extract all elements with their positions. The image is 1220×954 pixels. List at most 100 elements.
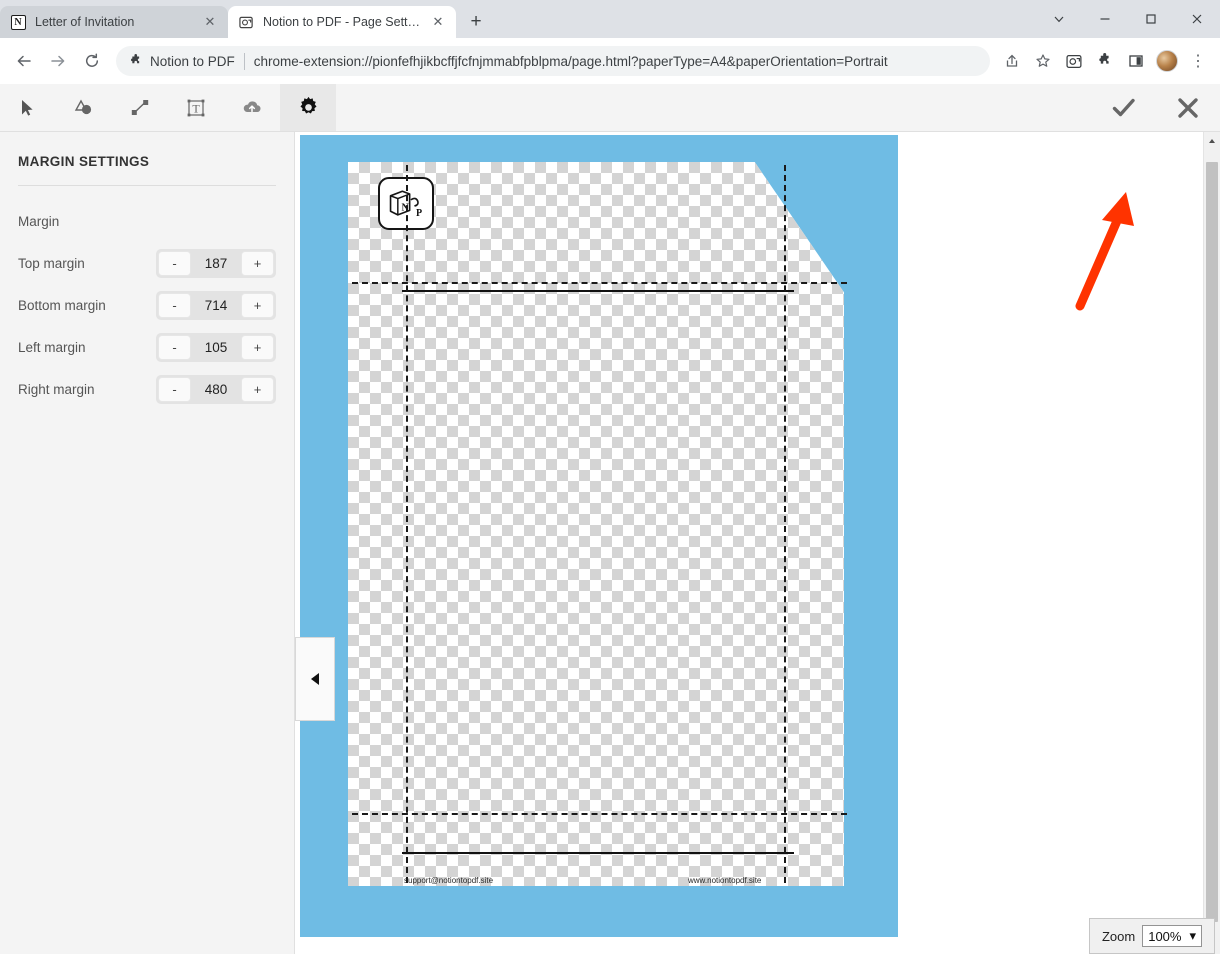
field-left-margin: Left margin - 105 + [18,326,276,368]
scroll-up-icon[interactable] [1204,132,1220,149]
back-icon[interactable] [8,45,40,77]
field-right-margin: Right margin - 480 + [18,368,276,410]
field-top-margin: Top margin - 187 + [18,242,276,284]
tab-close-icon[interactable]: ✕ [202,14,218,30]
browser-tabstrip: N Letter of Invitation ✕ Notion to PDF -… [0,0,1220,38]
field-label: Left margin [18,339,86,355]
app-body: MARGIN SETTINGS Margin Top margin - 187 … [0,132,1220,954]
increment-button[interactable]: + [241,292,274,318]
increment-button[interactable]: + [241,376,274,402]
left-margin-value[interactable]: 105 [191,340,241,355]
maximize-icon[interactable] [1128,3,1174,35]
zoom-value: 100% [1148,928,1182,944]
footer-rule [402,852,794,854]
window-controls [1036,0,1220,38]
page-title: MARGIN SETTINGS [18,154,276,186]
forward-icon[interactable] [42,45,74,77]
footer-left-text: support@notiontopdf.site [404,876,494,885]
reload-icon[interactable] [76,45,108,77]
top-margin-value[interactable]: 187 [191,256,241,271]
share-icon[interactable] [998,47,1026,75]
zoom-label: Zoom [1101,928,1136,944]
margin-group-label: Margin [18,213,60,229]
decrement-button[interactable]: - [158,376,191,402]
right-margin-stepper[interactable]: - 480 + [156,374,276,404]
field-label: Top margin [18,255,85,271]
app-toolbar: T [0,84,1220,132]
omnibox-divider [243,52,245,70]
tab-close-icon[interactable]: ✕ [430,14,446,30]
decrement-button[interactable]: - [158,250,191,276]
bookmark-star-icon[interactable] [1029,47,1057,75]
shapes-icon [74,99,92,114]
vertical-scrollbar[interactable] [1203,132,1220,954]
new-tab-button[interactable]: + [462,8,490,36]
bottom-margin-stepper[interactable]: - 714 + [156,290,276,320]
side-panel-icon[interactable] [1122,47,1150,75]
confirm-button[interactable] [1092,84,1156,132]
decrement-button[interactable]: - [158,292,191,318]
page-preview-canvas[interactable]: N P support@notiontopdf.site www.notiont… [295,132,1220,954]
margin-settings-sidebar: MARGIN SETTINGS Margin Top margin - 187 … [0,132,295,954]
chevron-down-icon: ▾ [1189,928,1196,943]
decrement-button[interactable]: - [158,334,191,360]
browser-toolbar: Notion to PDF chrome-extension://pionfef… [0,38,1220,84]
gear-icon [299,96,317,114]
extension-icon [238,14,254,30]
tab-title: Notion to PDF - Page Settings [263,15,421,29]
cancel-button[interactable] [1156,84,1220,132]
browser-menu-icon[interactable]: ⋮ [1184,47,1212,75]
header-rule [402,290,794,292]
url-text: chrome-extension://pionfefhjikbcffjfcfnj… [253,53,888,69]
screenshot-extension-icon[interactable] [1060,47,1088,75]
bottom-margin-value[interactable]: 714 [191,298,241,313]
right-margin-guide[interactable] [784,165,786,883]
left-margin-guide[interactable] [406,165,408,883]
increment-button[interactable]: + [241,334,274,360]
shape-tool[interactable] [56,84,112,131]
tab-title: Letter of Invitation [35,15,135,29]
cloud-upload-icon [243,100,261,112]
check-icon [1112,98,1135,117]
puzzle-icon [131,54,140,64]
settings-tool[interactable] [280,84,336,131]
margin-group-label-row: Margin [18,200,276,242]
scrollbar-thumb[interactable] [1206,162,1218,922]
pdf-page-preview[interactable]: N P support@notiontopdf.site www.notiont… [348,162,844,886]
avatar[interactable] [1153,47,1181,75]
address-bar[interactable]: Notion to PDF chrome-extension://pionfef… [116,46,990,76]
close-icon [1178,98,1198,118]
sidebar-collapse-handle[interactable] [295,637,335,721]
top-margin-stepper[interactable]: - 187 + [156,248,276,278]
extension-app: T MARGIN SETTINGS Margin Top margin - 18… [0,84,1220,954]
extension-chip-label: Notion to PDF [150,53,235,69]
left-margin-stepper[interactable]: - 105 + [156,332,276,362]
line-tool[interactable] [112,84,168,131]
puzzle-extensions-icon[interactable] [1091,47,1119,75]
footer-right-text: www.notiontopdf.site [688,876,762,885]
right-margin-value[interactable]: 480 [191,382,241,397]
extension-chip: Notion to PDF [129,54,235,69]
text-tool[interactable]: T [168,84,224,131]
increment-button[interactable]: + [241,250,274,276]
text-box-icon: T [187,99,205,116]
svg-text:P: P [416,207,422,218]
app-toolbar-actions [1092,84,1220,132]
zoom-control[interactable]: Zoom 100% ▾ [1088,918,1215,954]
browser-tab-letter-of-invitation[interactable]: N Letter of Invitation ✕ [0,6,228,38]
upload-tool[interactable] [224,84,280,131]
bottom-margin-guide[interactable] [352,813,847,815]
cursor-arrow-icon [22,99,33,116]
line-icon [131,99,149,115]
minimize-icon[interactable] [1082,3,1128,35]
select-tool[interactable] [0,84,56,131]
zoom-select[interactable]: 100% ▾ [1142,925,1202,947]
omnibox-actions: ⋮ [998,47,1212,75]
field-bottom-margin: Bottom margin - 714 + [18,284,276,326]
field-label: Right margin [18,381,95,397]
tab-search-icon[interactable] [1036,3,1082,35]
field-label: Bottom margin [18,297,106,313]
close-icon[interactable] [1174,3,1220,35]
top-margin-guide[interactable] [352,282,847,284]
browser-tab-notion-to-pdf-page-settings[interactable]: Notion to PDF - Page Settings ✕ [228,6,456,38]
